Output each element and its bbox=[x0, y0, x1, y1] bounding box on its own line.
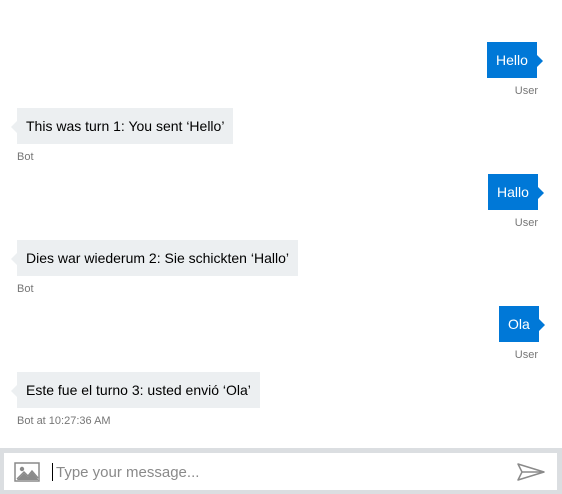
image-upload-icon[interactable] bbox=[14, 462, 40, 482]
user-message-meta: User bbox=[514, 217, 538, 229]
bot-message-bubble: This was turn 1: You sent ‘Hello’ bbox=[10, 108, 234, 144]
message-input[interactable] bbox=[56, 460, 496, 484]
text-cursor bbox=[52, 463, 53, 481]
bot-message-bubble: Dies war wiederum 2: Sie schickten ‘Hall… bbox=[11, 240, 298, 276]
chat-history[interactable]: Hello User This was turn 1: You sent ‘He… bbox=[0, 0, 562, 450]
user-message-bubble: Ola bbox=[499, 306, 545, 342]
user-message-bubble: Hello bbox=[487, 42, 543, 78]
message-input-container bbox=[4, 453, 557, 490]
send-icon[interactable] bbox=[516, 462, 546, 482]
message-input-bar bbox=[0, 448, 562, 494]
user-message-meta: User bbox=[514, 349, 538, 361]
bot-message-meta: Bot at 10:27:36 AM bbox=[17, 415, 111, 427]
bot-message-bubble: Este fue el turno 3: usted envió ‘Ola’ bbox=[11, 372, 260, 408]
user-message-meta: User bbox=[514, 85, 538, 97]
bot-message-meta: Bot bbox=[17, 151, 34, 163]
user-message-bubble: Hallo bbox=[488, 174, 544, 210]
bot-message-meta: Bot bbox=[17, 283, 34, 295]
